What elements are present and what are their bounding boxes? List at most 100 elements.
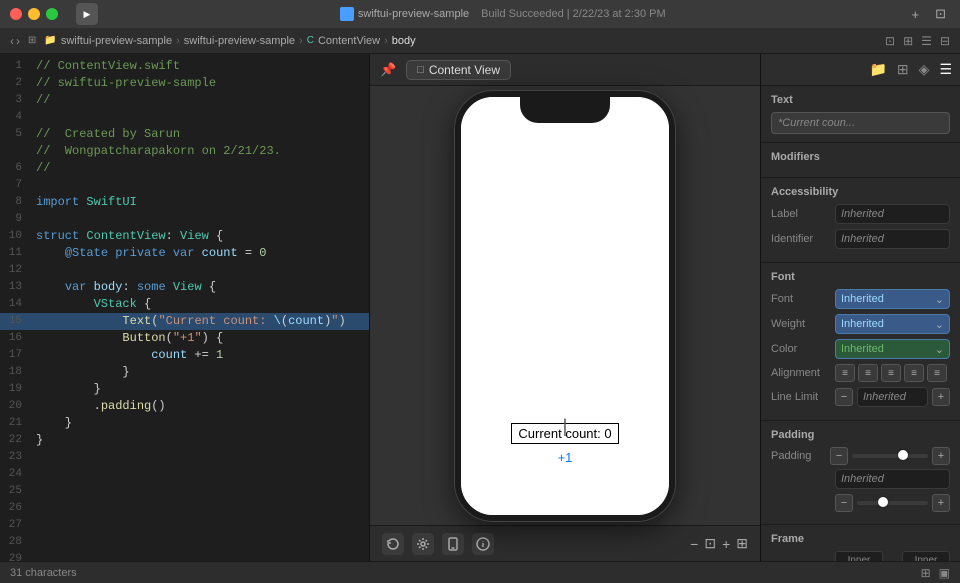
label-row: Label Inherited <box>771 204 950 224</box>
code-line-29: 29 <box>0 551 369 561</box>
pin-button[interactable]: 📌 <box>380 62 396 78</box>
inspector-font-section: Font Font Inherited Weight Inherited Col… <box>761 263 960 421</box>
back-button[interactable]: ‹ <box>10 34 14 48</box>
code-line-5b: // Wongpatcharapakorn on 2/21/23. <box>0 143 369 160</box>
breadcrumb-folder[interactable]: swiftui-preview-sample <box>184 35 295 47</box>
padding2-plus[interactable]: + <box>932 494 950 512</box>
play-button[interactable] <box>76 3 98 25</box>
project-icon <box>340 7 354 21</box>
padding-minus[interactable]: − <box>830 447 848 465</box>
padding-value-row: Inherited <box>771 469 950 489</box>
inspector-attr-icon[interactable]: ◈ <box>919 61 930 78</box>
identifier-value[interactable]: Inherited <box>835 229 950 249</box>
code-line-22: 22 } <box>0 432 369 449</box>
code-line-10: 10 struct ContentView: View { <box>0 228 369 245</box>
align-center-button[interactable]: ≡ <box>858 364 878 382</box>
height-value[interactable]: Inner <box>902 551 950 561</box>
align-natural-button[interactable]: ≡ <box>927 364 947 382</box>
grid-icon[interactable]: ⊞ <box>921 566 931 580</box>
font-dropdown[interactable]: Inherited <box>835 289 950 309</box>
line-limit-plus[interactable]: + <box>932 388 950 406</box>
content-view-button[interactable]: Content View <box>406 60 511 80</box>
new-tab-button[interactable]: + <box>908 5 924 24</box>
screen-icon[interactable]: ▣ <box>939 566 950 580</box>
iphone-screen: Current count: 0 +1 <box>461 97 669 515</box>
padding-value[interactable]: Inherited <box>835 469 950 489</box>
info-button[interactable] <box>472 533 494 555</box>
code-line-21: 21 } <box>0 415 369 432</box>
close-button[interactable] <box>10 8 22 20</box>
split-editor-icon[interactable]: ⊞ <box>903 34 913 48</box>
alignment-row: Alignment ≡ ≡ ≡ ≡ ≡ <box>771 364 950 382</box>
line-limit-minus[interactable]: − <box>835 388 853 406</box>
line-limit-row: Line Limit − Inherited + <box>771 387 950 407</box>
inspector-file-icon[interactable]: 📁 <box>869 61 886 78</box>
align-right-button[interactable]: ≡ <box>881 364 901 382</box>
padding-thumb2 <box>878 497 888 507</box>
padding-slider-row: Padding − + <box>771 447 950 465</box>
align-justify-button[interactable]: ≡ <box>904 364 924 382</box>
breadcrumb-bar: ‹ › ⊞ 📁 swiftui-preview-sample › swiftui… <box>0 28 960 54</box>
code-line-6: 6 // <box>0 160 369 177</box>
code-lines: 1 // ContentView.swift 2 // swiftui-prev… <box>0 54 369 561</box>
code-line-24: 24 <box>0 466 369 483</box>
forward-button[interactable]: › <box>16 34 20 48</box>
inspector-toggle-icon[interactable]: ⊟ <box>940 34 950 48</box>
app-plus-button[interactable]: +1 <box>558 450 573 465</box>
inspector-panel: 📁 ⊞ ◈ ☰ Text *Current coun... Modifiers … <box>760 54 960 561</box>
padding-plus[interactable]: + <box>932 447 950 465</box>
inspector-accessibility-section: Accessibility Label Inherited Identifier… <box>761 178 960 263</box>
breadcrumb-project[interactable]: 📁 swiftui-preview-sample <box>44 35 172 47</box>
code-line-20: 20 .padding() <box>0 398 369 415</box>
zoom-reset-button[interactable]: ⊡ <box>704 535 716 552</box>
identifier-row: Identifier Inherited <box>771 229 950 249</box>
code-line-26: 26 <box>0 500 369 517</box>
code-line-28: 28 <box>0 534 369 551</box>
breadcrumb-file[interactable]: C ContentView <box>307 35 380 47</box>
file-icon: C <box>307 35 314 46</box>
breadcrumb-symbol[interactable]: body <box>392 35 416 47</box>
padding-title: Padding <box>771 429 950 441</box>
device-preview-button[interactable] <box>442 533 464 555</box>
weight-dropdown[interactable]: Inherited <box>835 314 950 334</box>
folder-icon: 📁 <box>44 35 56 46</box>
inspector-list-icon[interactable]: ☰ <box>939 61 952 78</box>
code-line-4: 4 <box>0 109 369 126</box>
build-status: Build Succeeded | 2/22/23 at 2:30 PM <box>481 8 665 20</box>
align-left-button[interactable]: ≡ <box>835 364 855 382</box>
zoom-out-button[interactable]: − <box>690 536 698 552</box>
code-line-15: 15 Text("Current count: \(count)") <box>0 313 369 330</box>
refresh-preview-button[interactable] <box>382 533 404 555</box>
iphone-notch <box>520 97 610 123</box>
code-line-1: 1 // ContentView.swift <box>0 58 369 75</box>
code-line-19: 19 } <box>0 381 369 398</box>
zoom-fit-button[interactable]: ⊞ <box>736 535 748 552</box>
padding-slider2[interactable] <box>857 501 928 505</box>
maximize-button[interactable] <box>46 8 58 20</box>
split-view-button[interactable]: ⊡ <box>931 4 950 24</box>
editor-layout-icon[interactable]: ⊡ <box>885 34 895 48</box>
minimap-icon[interactable]: ☰ <box>921 34 932 48</box>
main-area: 1 // ContentView.swift 2 // swiftui-prev… <box>0 54 960 561</box>
padding-slider[interactable] <box>852 454 928 458</box>
label-value[interactable]: Inherited <box>835 204 950 224</box>
sidebar-toggle[interactable]: ⊞ <box>28 35 36 46</box>
text-field[interactable]: *Current coun... <box>771 112 950 134</box>
project-name: swiftui-preview-sample <box>358 8 469 20</box>
code-line-12: 12 <box>0 262 369 279</box>
zoom-in-button[interactable]: + <box>722 536 730 552</box>
code-line-11: 11 @State private var count = 0 <box>0 245 369 262</box>
inspector-media-icon[interactable]: ⊞ <box>897 61 909 78</box>
preview-bottom-bar: − ⊡ + ⊞ <box>370 525 760 561</box>
color-row: Color Inherited <box>771 339 950 359</box>
char-count: 31 characters <box>10 567 77 579</box>
code-line-7: 7 <box>0 177 369 194</box>
width-value[interactable]: Inner <box>835 551 883 561</box>
line-limit-value[interactable]: Inherited <box>857 387 928 407</box>
code-line-8: 8 import SwiftUI <box>0 194 369 211</box>
color-dropdown[interactable]: Inherited <box>835 339 950 359</box>
minimize-button[interactable] <box>28 8 40 20</box>
code-editor[interactable]: 1 // ContentView.swift 2 // swiftui-prev… <box>0 54 370 561</box>
padding2-minus[interactable]: − <box>835 494 853 512</box>
settings-preview-button[interactable] <box>412 533 434 555</box>
